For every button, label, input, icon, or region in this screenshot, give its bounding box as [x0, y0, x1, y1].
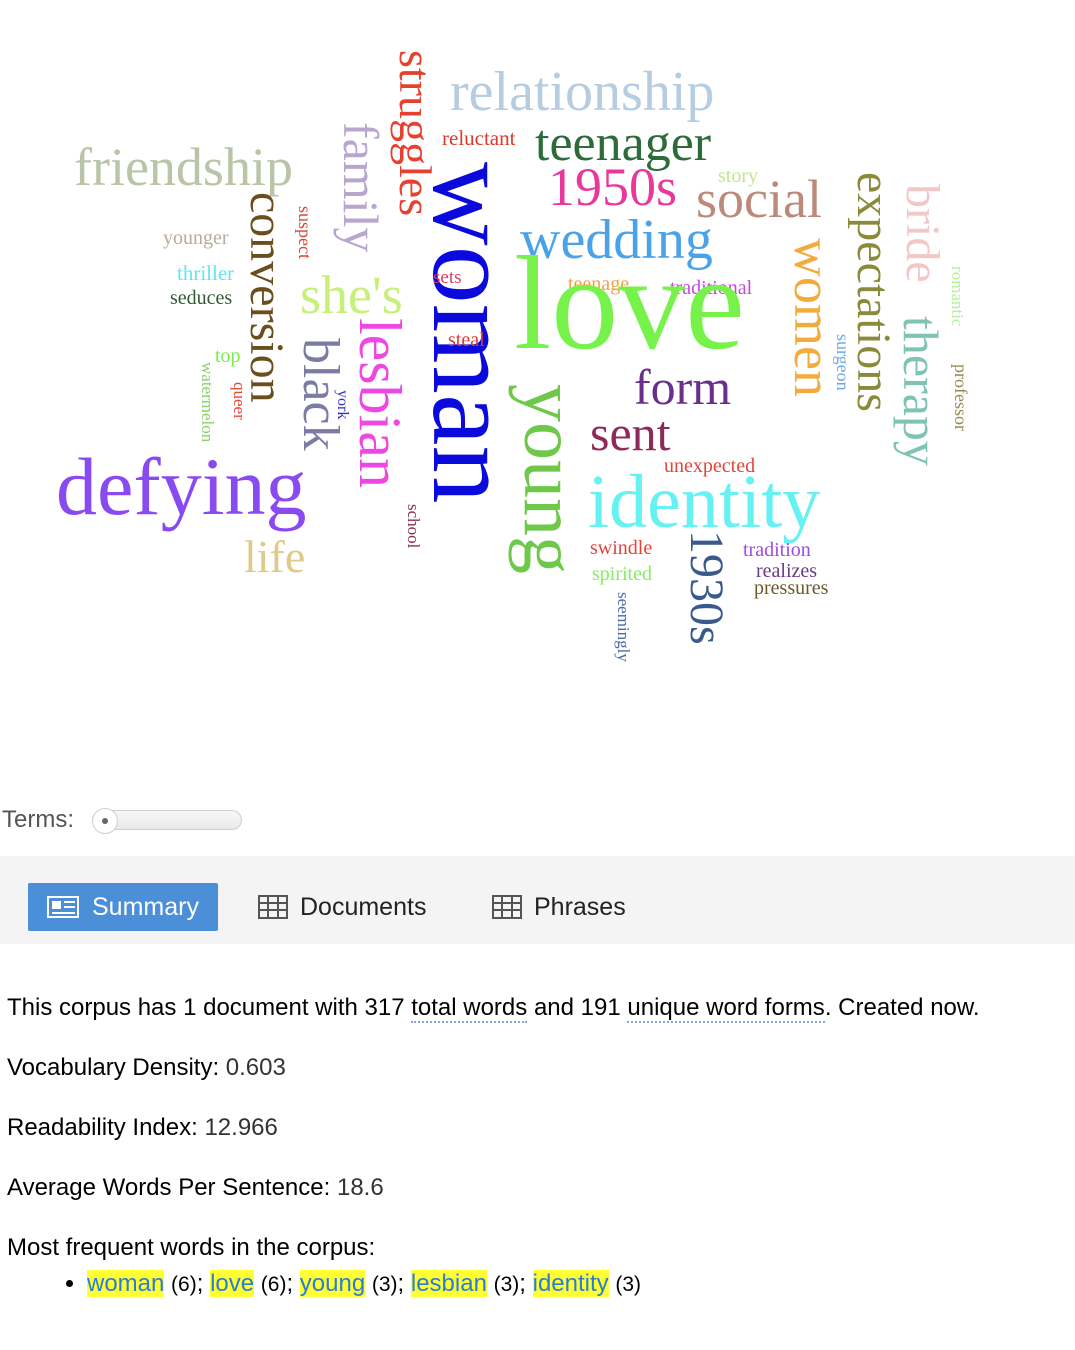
frequent-word[interactable]: love	[210, 1270, 255, 1297]
cloud-word[interactable]: lesbian	[347, 318, 413, 488]
newspaper-icon	[47, 896, 79, 918]
cloud-word[interactable]: identity	[588, 464, 820, 540]
cloud-word[interactable]: suspect	[295, 206, 315, 259]
frequent-words-label: Most frequent words in the corpus:	[7, 1234, 376, 1261]
corpus-summary: This corpus has 1 document with 317 tota…	[7, 994, 980, 1023]
cloud-word[interactable]: social	[696, 172, 822, 226]
cloud-word[interactable]: 1950s	[548, 160, 677, 214]
average-words-per-sentence: Average Words Per Sentence: 18.6	[7, 1174, 384, 1201]
cloud-word[interactable]: tradition	[743, 540, 811, 560]
cloud-word[interactable]: younger	[163, 228, 229, 248]
readability-index: Readability Index: 12.966	[7, 1114, 278, 1141]
tab-phrases[interactable]: Phrases	[474, 883, 644, 931]
tab-documents[interactable]: Documents	[240, 883, 444, 931]
cloud-word[interactable]: therapy	[893, 316, 949, 466]
cloud-word[interactable]: romantic	[948, 266, 967, 326]
frequent-word[interactable]: lesbian	[410, 1270, 487, 1297]
cloud-word[interactable]: women	[783, 238, 843, 397]
table-icon	[258, 895, 288, 919]
frequent-word[interactable]: woman	[87, 1270, 165, 1297]
terms-slider[interactable]	[92, 808, 242, 834]
frequent-word[interactable]: young	[299, 1270, 366, 1297]
cloud-word[interactable]: relationship	[450, 64, 714, 120]
cloud-word[interactable]: swindle	[590, 538, 652, 558]
cloud-word[interactable]: conversion	[240, 192, 293, 403]
cloud-word[interactable]: she's	[300, 268, 403, 322]
cloud-word[interactable]: life	[244, 534, 305, 580]
cloud-word[interactable]: sent	[590, 408, 671, 458]
slider-thumb[interactable]	[92, 808, 118, 834]
cloud-word[interactable]: steal	[448, 330, 485, 350]
cloud-word[interactable]: bride	[896, 184, 949, 283]
cloud-word[interactable]: defying	[56, 446, 306, 528]
terms-label: Terms:	[2, 806, 74, 833]
list-item: woman (6); love (6); young (3); lesbian …	[87, 1270, 641, 1298]
vocabulary-density: Vocabulary Density: 0.603	[7, 1054, 286, 1081]
cloud-word[interactable]: young	[508, 384, 592, 574]
cloud-word[interactable]: surgeon	[833, 334, 853, 391]
cloud-word[interactable]: friendship	[74, 140, 293, 194]
cloud-word[interactable]: love	[514, 236, 745, 370]
cloud-word[interactable]: watermelon	[198, 362, 217, 442]
cloud-word[interactable]: york	[334, 390, 351, 419]
word-cloud: relationship struggles reluctant teenage…	[0, 0, 1075, 790]
cloud-word[interactable]: professor	[951, 364, 971, 431]
cloud-word[interactable]: pressures	[754, 578, 828, 598]
tab-summary[interactable]: Summary	[28, 883, 218, 931]
cloud-word[interactable]: family	[333, 122, 389, 253]
cloud-word[interactable]: queer	[230, 382, 249, 420]
cloud-word[interactable]: seduces	[170, 288, 232, 308]
frequent-word[interactable]: identity	[532, 1270, 609, 1297]
tab-label: Phrases	[534, 892, 626, 921]
unique-word-forms-link[interactable]: unique word forms	[627, 994, 825, 1023]
tab-label: Documents	[300, 892, 427, 921]
tab-label: Summary	[92, 892, 199, 921]
cloud-word[interactable]: sets	[433, 268, 462, 287]
tab-bar: Summary Documents Phrases	[0, 856, 1075, 944]
cloud-word[interactable]: seemingly	[614, 592, 633, 662]
cloud-word[interactable]: thriller	[177, 263, 234, 284]
cloud-word[interactable]: expectations	[847, 172, 900, 412]
cloud-word[interactable]: reluctant	[442, 128, 515, 149]
cloud-word[interactable]: spirited	[592, 564, 652, 584]
frequent-words-list: woman (6); love (6); young (3); lesbian …	[87, 1270, 641, 1298]
table-icon	[492, 895, 522, 919]
cloud-word[interactable]: 1930s	[680, 530, 733, 645]
cloud-word[interactable]: school	[404, 504, 423, 548]
total-words-link[interactable]: total words	[411, 994, 528, 1023]
cloud-word[interactable]: top	[215, 346, 241, 366]
